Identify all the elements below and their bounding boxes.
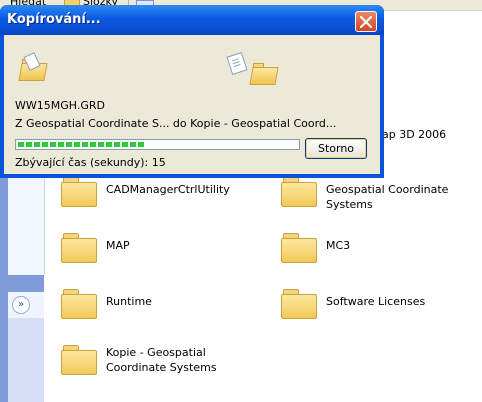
folder-label: CADManagerCtrlUtility [106, 183, 230, 196]
task-pane-section [8, 165, 45, 275]
copy-source-destination: Z Geospatial Coordinate S... do Kopie - … [15, 117, 337, 130]
folder-icon [280, 175, 318, 207]
folder-label: MC3 [326, 239, 351, 252]
flying-document-icon [226, 51, 248, 76]
copy-dialog: Kopírování... WW15MGH.GRD Z Geospatial C… [0, 5, 384, 178]
folder-label: Software Licenses [326, 295, 426, 308]
current-file-name: WW15MGH.GRD [15, 99, 105, 112]
remaining-time: Zbývající čas (sekundy): 15 [15, 156, 166, 169]
cancel-button[interactable]: Storno [305, 138, 367, 159]
close-icon [360, 16, 372, 28]
task-pane-section-body [8, 318, 44, 402]
progress-bar [15, 139, 300, 150]
dialog-titlebar[interactable]: Kopírování... [0, 5, 384, 35]
close-button[interactable] [355, 11, 377, 32]
folder-icon [280, 231, 318, 263]
folder-icon [60, 231, 98, 263]
folder-icon [60, 175, 98, 207]
folder-label: Runtime [106, 295, 152, 308]
folder-icon [60, 343, 98, 375]
folder-label: ap 3D 2006 [382, 128, 447, 141]
folder-icon [60, 287, 98, 319]
folder-label: Kopie - Geospatial Coordinate Systems [106, 346, 217, 374]
folder-label: Geospatial Coordinate Systems [326, 183, 449, 211]
dialog-title: Kopírování... [7, 12, 101, 27]
folder-icon [280, 287, 318, 319]
destination-folder-icon [249, 62, 279, 85]
folder-label: MAP [106, 239, 130, 252]
progress-fill [18, 142, 144, 147]
chevron-down-icon[interactable]: » [12, 296, 30, 314]
dialog-body: WW15MGH.GRD Z Geospatial Coordinate S...… [4, 35, 380, 174]
